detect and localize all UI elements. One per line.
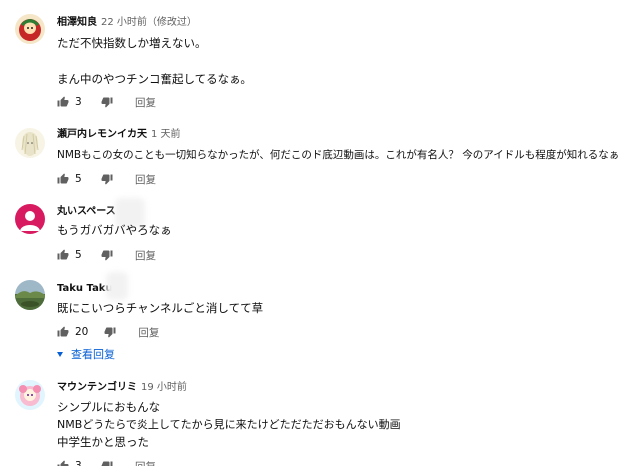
thumb-up-icon[interactable]: [57, 460, 69, 466]
avatar[interactable]: [15, 380, 45, 410]
reply-button[interactable]: 回复: [135, 95, 156, 110]
comment-author[interactable]: 相澤知良: [57, 17, 97, 28]
comment-text-line: もうガバガバやろなぁ: [57, 223, 172, 237]
caret-down-icon: [57, 351, 63, 357]
comment: マウンテンゴリミ 19 小时前 シンプルにおもんな NMBどうたらで炎上してたから…: [0, 372, 640, 466]
reply-button[interactable]: 回复: [135, 248, 156, 263]
comment-timestamp[interactable]: 1 天前: [151, 129, 181, 140]
view-replies-label: 查看回复: [71, 348, 115, 361]
avatar-image: [15, 14, 45, 44]
thumb-down-icon[interactable]: [101, 96, 113, 108]
comment-author[interactable]: Taku Taku: [57, 283, 113, 294]
redacted-area: [106, 272, 128, 300]
comment-timestamp[interactable]: 22 小时前（修改过）: [101, 17, 197, 28]
avatar-image: [15, 128, 45, 158]
thumb-down-icon[interactable]: [101, 249, 113, 261]
avatar[interactable]: [15, 204, 45, 234]
comment-text-line: NMBもこの女のことも一切知らなかったが、何だこのド底辺動画は。これが有名人？ …: [57, 149, 620, 161]
comment-text-line: まん中のやつチンコ奮起してるなぁ。: [57, 72, 252, 86]
like-count: 5: [75, 249, 82, 261]
comment: 丸いスペース もうガバガバやろなぁ 5 回复: [0, 198, 640, 274]
thumb-up-icon[interactable]: [57, 173, 69, 185]
like-count: 3: [75, 460, 82, 466]
thumb-up-icon[interactable]: [57, 326, 69, 338]
comment-author[interactable]: 瀬戸内レモンイカ天: [57, 129, 147, 140]
reply-button[interactable]: 回复: [135, 172, 156, 187]
like-count: 20: [75, 326, 89, 338]
avatar[interactable]: [15, 14, 45, 44]
thumb-up-icon[interactable]: [57, 96, 69, 108]
thumb-down-icon[interactable]: [101, 173, 113, 185]
view-replies-button[interactable]: 查看回复: [57, 346, 115, 362]
comment-author[interactable]: 丸いスペース: [57, 206, 116, 217]
thumb-up-icon[interactable]: [57, 249, 69, 261]
comment-text-line: NMBどうたらで炎上してたから見に来たけどただただおもんない動画: [57, 418, 401, 431]
comment-author[interactable]: マウンテンゴリミ: [57, 382, 137, 393]
reply-button[interactable]: 回复: [135, 459, 156, 466]
comment-text-line: 既にこいつらチャンネルごと消してて草: [57, 301, 264, 315]
thumb-down-icon[interactable]: [101, 460, 113, 466]
like-count: 3: [75, 96, 82, 108]
avatar[interactable]: [15, 128, 45, 158]
avatar[interactable]: [15, 280, 45, 310]
like-count: 5: [75, 173, 82, 185]
comment: 相澤知良 22 小时前（修改过） ただ不快指数しか増えない。 まん中のやつチンコ奮…: [0, 0, 640, 120]
comment: Taku Taku 既にこいつらチャンネルごと消してて草 20 回复 查看回复: [0, 272, 640, 368]
comment: 瀬戸内レモンイカ天 1 天前 NMBもこの女のことも一切知らなかったが、何だこのド…: [0, 120, 640, 200]
thumb-down-icon[interactable]: [104, 326, 116, 338]
comment-text-line: ただ不快指数しか増えない。: [57, 36, 207, 50]
avatar-image: [15, 204, 45, 234]
avatar-image: [15, 280, 45, 310]
comment-timestamp[interactable]: 19 小时前: [141, 382, 187, 393]
comment-text-line: シンプルにおもんな: [57, 400, 161, 414]
avatar-image: [15, 380, 45, 410]
reply-button[interactable]: 回复: [138, 325, 159, 340]
comment-text-line: 中学生かと思った: [57, 435, 149, 449]
